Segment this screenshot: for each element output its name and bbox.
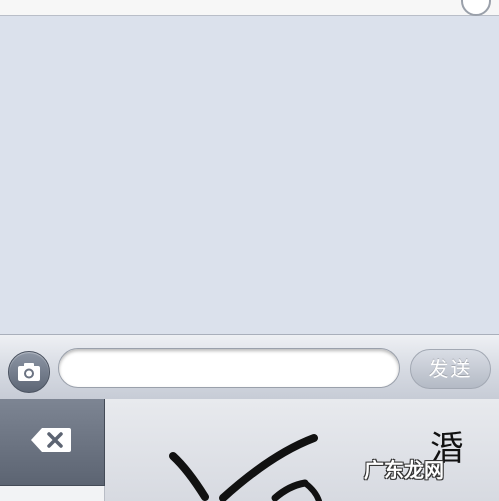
input-bar: 发送 [0, 334, 499, 400]
delete-key[interactable] [0, 399, 105, 486]
message-area [0, 16, 499, 334]
top-corner-button[interactable] [461, 0, 491, 16]
send-button[interactable]: 发送 [410, 349, 491, 389]
watermark: 广东龙网 [364, 458, 444, 482]
backspace-icon [31, 428, 71, 452]
camera-button[interactable] [8, 351, 50, 393]
camera-icon [18, 363, 40, 381]
keyboard-key-strip[interactable] [0, 486, 105, 501]
top-bar [0, 0, 499, 16]
message-input[interactable] [58, 348, 400, 388]
